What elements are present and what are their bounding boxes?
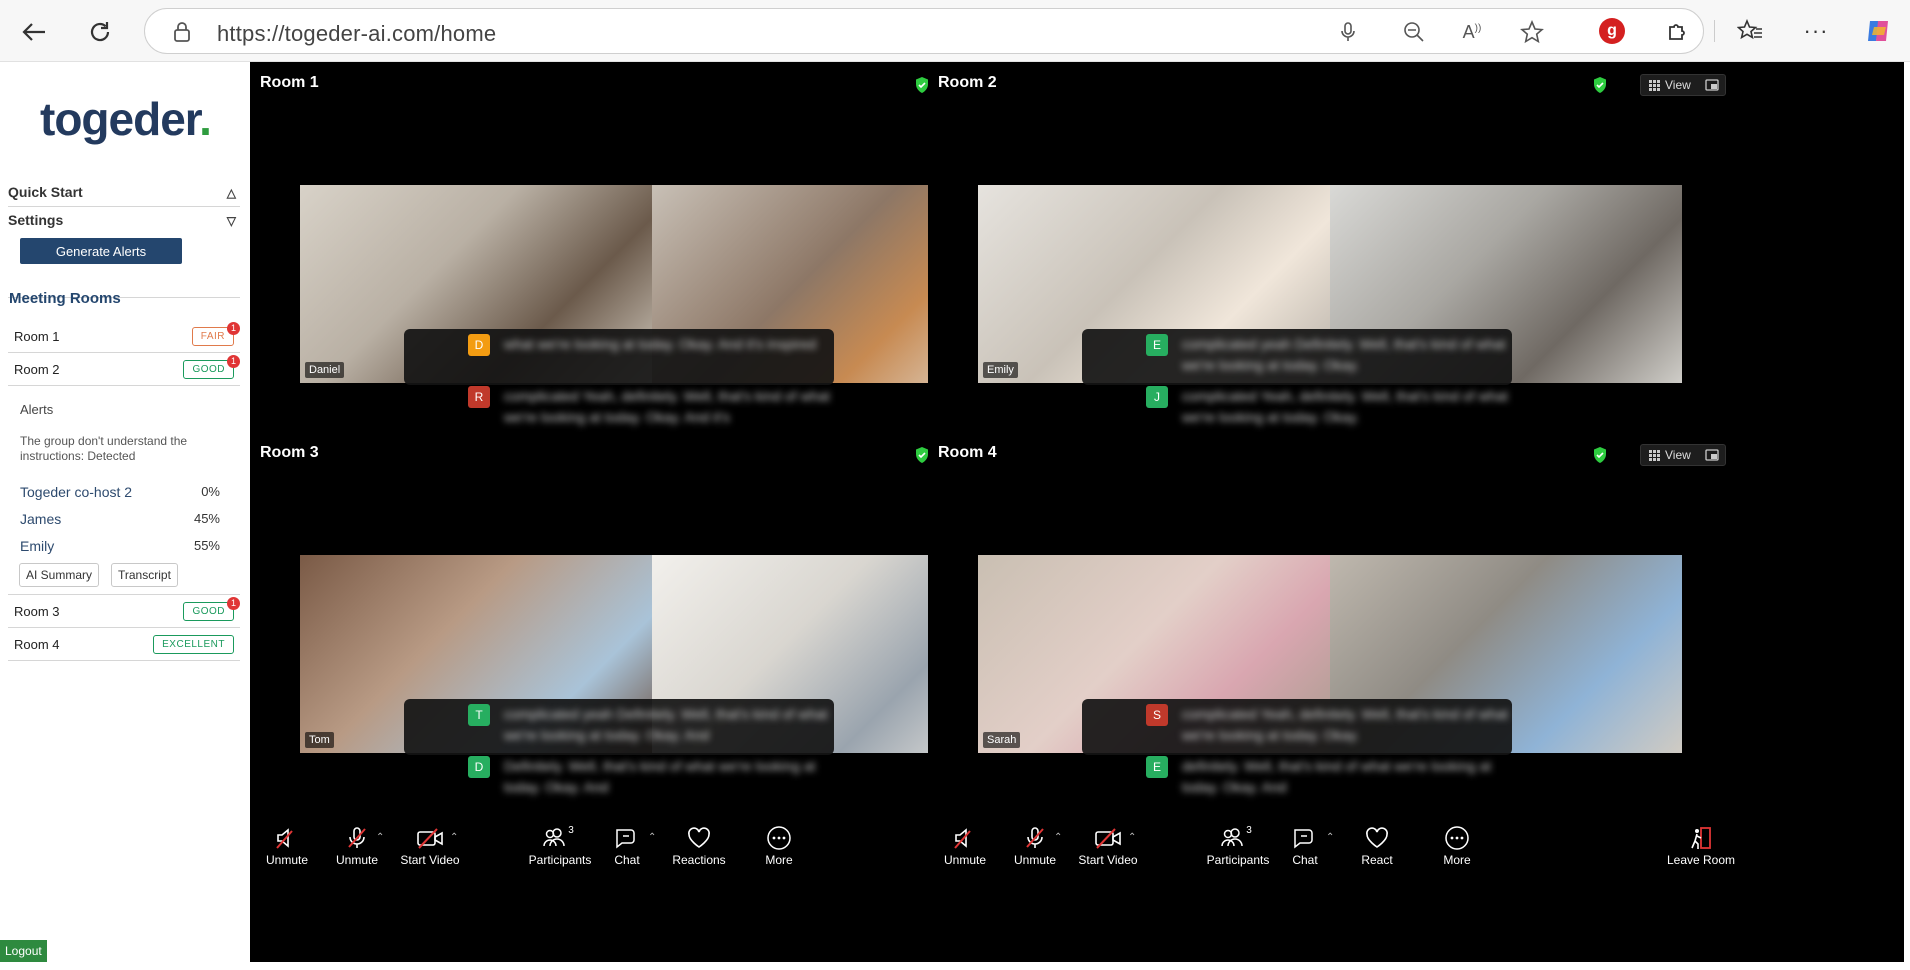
sidebar-room-3[interactable]: Room 3 GOOD 1 [8, 595, 240, 628]
speaker-avatar: D [468, 334, 490, 356]
more-dots-icon [744, 825, 814, 851]
alert-text: The group don't understand the instructi… [20, 434, 188, 463]
participant-name-tag: Daniel [305, 362, 345, 378]
speaker-unmute-button[interactable]: Unmute [930, 825, 1000, 867]
chevron-down-icon: ▽ [226, 214, 236, 228]
speaker-avatar: E [1146, 756, 1168, 778]
leave-door-icon [1658, 825, 1744, 851]
participant-name-tag: Tom [305, 732, 334, 748]
heart-icon [664, 825, 734, 851]
lock-icon[interactable] [167, 19, 197, 45]
speaker-avatar: R [468, 386, 490, 408]
status-badge: EXCELLENT [153, 635, 234, 654]
togeder-logo: togeder. [40, 93, 212, 145]
heart-icon [1342, 825, 1412, 851]
logout-button[interactable]: Logout [0, 940, 47, 962]
back-icon[interactable] [14, 14, 54, 50]
chat-options-chevron-icon[interactable]: ⌃ [648, 832, 656, 843]
room-title: Room 3 [260, 444, 319, 461]
video-options-chevron-icon[interactable]: ⌃ [1128, 832, 1136, 843]
room-title: Room 1 [260, 74, 319, 91]
participant-row: James 45% [20, 511, 220, 527]
generate-alerts-button[interactable]: Generate Alerts [20, 238, 182, 264]
refresh-icon[interactable] [80, 14, 120, 50]
microphone-icon[interactable] [1333, 19, 1363, 45]
participants-icon: 3 [525, 825, 595, 851]
participant-row: Togeder co-host 2 0% [20, 484, 220, 500]
reactions-button[interactable]: React [1342, 825, 1412, 867]
sidebar: togeder. Quick Start △ Settings ▽ Genera… [0, 62, 250, 970]
speaker-avatar: S [1146, 704, 1168, 726]
favorites-icon[interactable] [1732, 14, 1768, 48]
address-bar[interactable]: https://togeder-ai.com/home A)) [144, 8, 1704, 54]
secure-shield-icon [1594, 447, 1606, 463]
participant-name-tag: Sarah [983, 732, 1021, 748]
zoom-out-icon[interactable] [1399, 19, 1429, 45]
browser-toolbar: https://togeder-ai.com/home A)) g ··· [0, 0, 1910, 62]
speaker-avatar: E [1146, 334, 1168, 356]
quick-start-toggle[interactable]: Quick Start △ [8, 184, 240, 207]
room-title: Room 2 [938, 74, 997, 91]
more-dots-icon [1422, 825, 1492, 851]
speaker-muted-icon [930, 825, 1000, 851]
mic-options-chevron-icon[interactable]: ⌃ [1054, 832, 1062, 843]
more-menu-icon[interactable]: ··· [1798, 14, 1834, 48]
participant-row: Emily 55% [20, 538, 220, 554]
view-button[interactable]: View [1640, 74, 1726, 96]
participants-button[interactable]: 3 Participants [525, 825, 595, 868]
sidebar-room-1[interactable]: Room 1 FAIR 1 [8, 320, 240, 353]
grid-view-icon [1649, 450, 1660, 461]
grid-view-icon [1649, 80, 1660, 91]
popout-icon [1705, 79, 1719, 91]
speaker-muted-icon [252, 825, 322, 851]
reactions-button[interactable]: Reactions [664, 825, 734, 867]
read-aloud-icon[interactable]: A)) [1457, 19, 1487, 45]
leave-room-button[interactable]: Leave Room [1658, 825, 1744, 867]
sidebar-room-4[interactable]: Room 4 EXCELLENT [8, 628, 240, 661]
speaker-unmute-button[interactable]: Unmute [252, 825, 322, 867]
participant-name-tag: Emily [983, 362, 1018, 378]
alert-count-badge: 1 [227, 597, 240, 610]
popout-icon [1705, 449, 1719, 461]
room-title: Room 4 [938, 444, 997, 461]
alert-count-badge: 1 [227, 355, 240, 368]
meeting-rooms-grid: Room 1 View Daniel D what we're looking … [250, 62, 1904, 962]
alerts-heading: Alerts [20, 402, 54, 417]
sidebar-room-2[interactable]: Room 2 GOOD 1 [8, 353, 240, 386]
secure-shield-icon [1594, 77, 1606, 93]
extensions-puzzle-icon[interactable] [1660, 14, 1696, 48]
meeting-rooms-title: Meeting Rooms [9, 290, 121, 307]
speaker-avatar: D [468, 756, 490, 778]
mic-options-chevron-icon[interactable]: ⌃ [376, 832, 384, 843]
more-button[interactable]: More [1422, 825, 1492, 867]
url-text[interactable]: https://togeder-ai.com/home [217, 21, 496, 47]
view-button[interactable]: View [1640, 444, 1726, 466]
speaker-avatar: T [468, 704, 490, 726]
participants-button[interactable]: 3 Participants [1203, 825, 1273, 868]
favorite-star-icon[interactable] [1517, 19, 1547, 45]
chat-options-chevron-icon[interactable]: ⌃ [1326, 832, 1334, 843]
meeting-room-4: Room 4 View Sarah S complicated Yeah, de… [928, 432, 1752, 880]
participants-icon: 3 [1203, 825, 1273, 851]
chevron-up-icon: △ [226, 186, 236, 200]
video-options-chevron-icon[interactable]: ⌃ [450, 832, 458, 843]
alert-count-badge: 1 [227, 322, 240, 335]
extension-g-icon[interactable]: g [1594, 14, 1630, 48]
copilot-icon[interactable] [1860, 14, 1896, 48]
speaker-avatar: J [1146, 386, 1168, 408]
ai-summary-button[interactable]: AI Summary [19, 563, 100, 587]
more-button[interactable]: More [744, 825, 814, 867]
transcript-button[interactable]: Transcript [111, 563, 178, 587]
